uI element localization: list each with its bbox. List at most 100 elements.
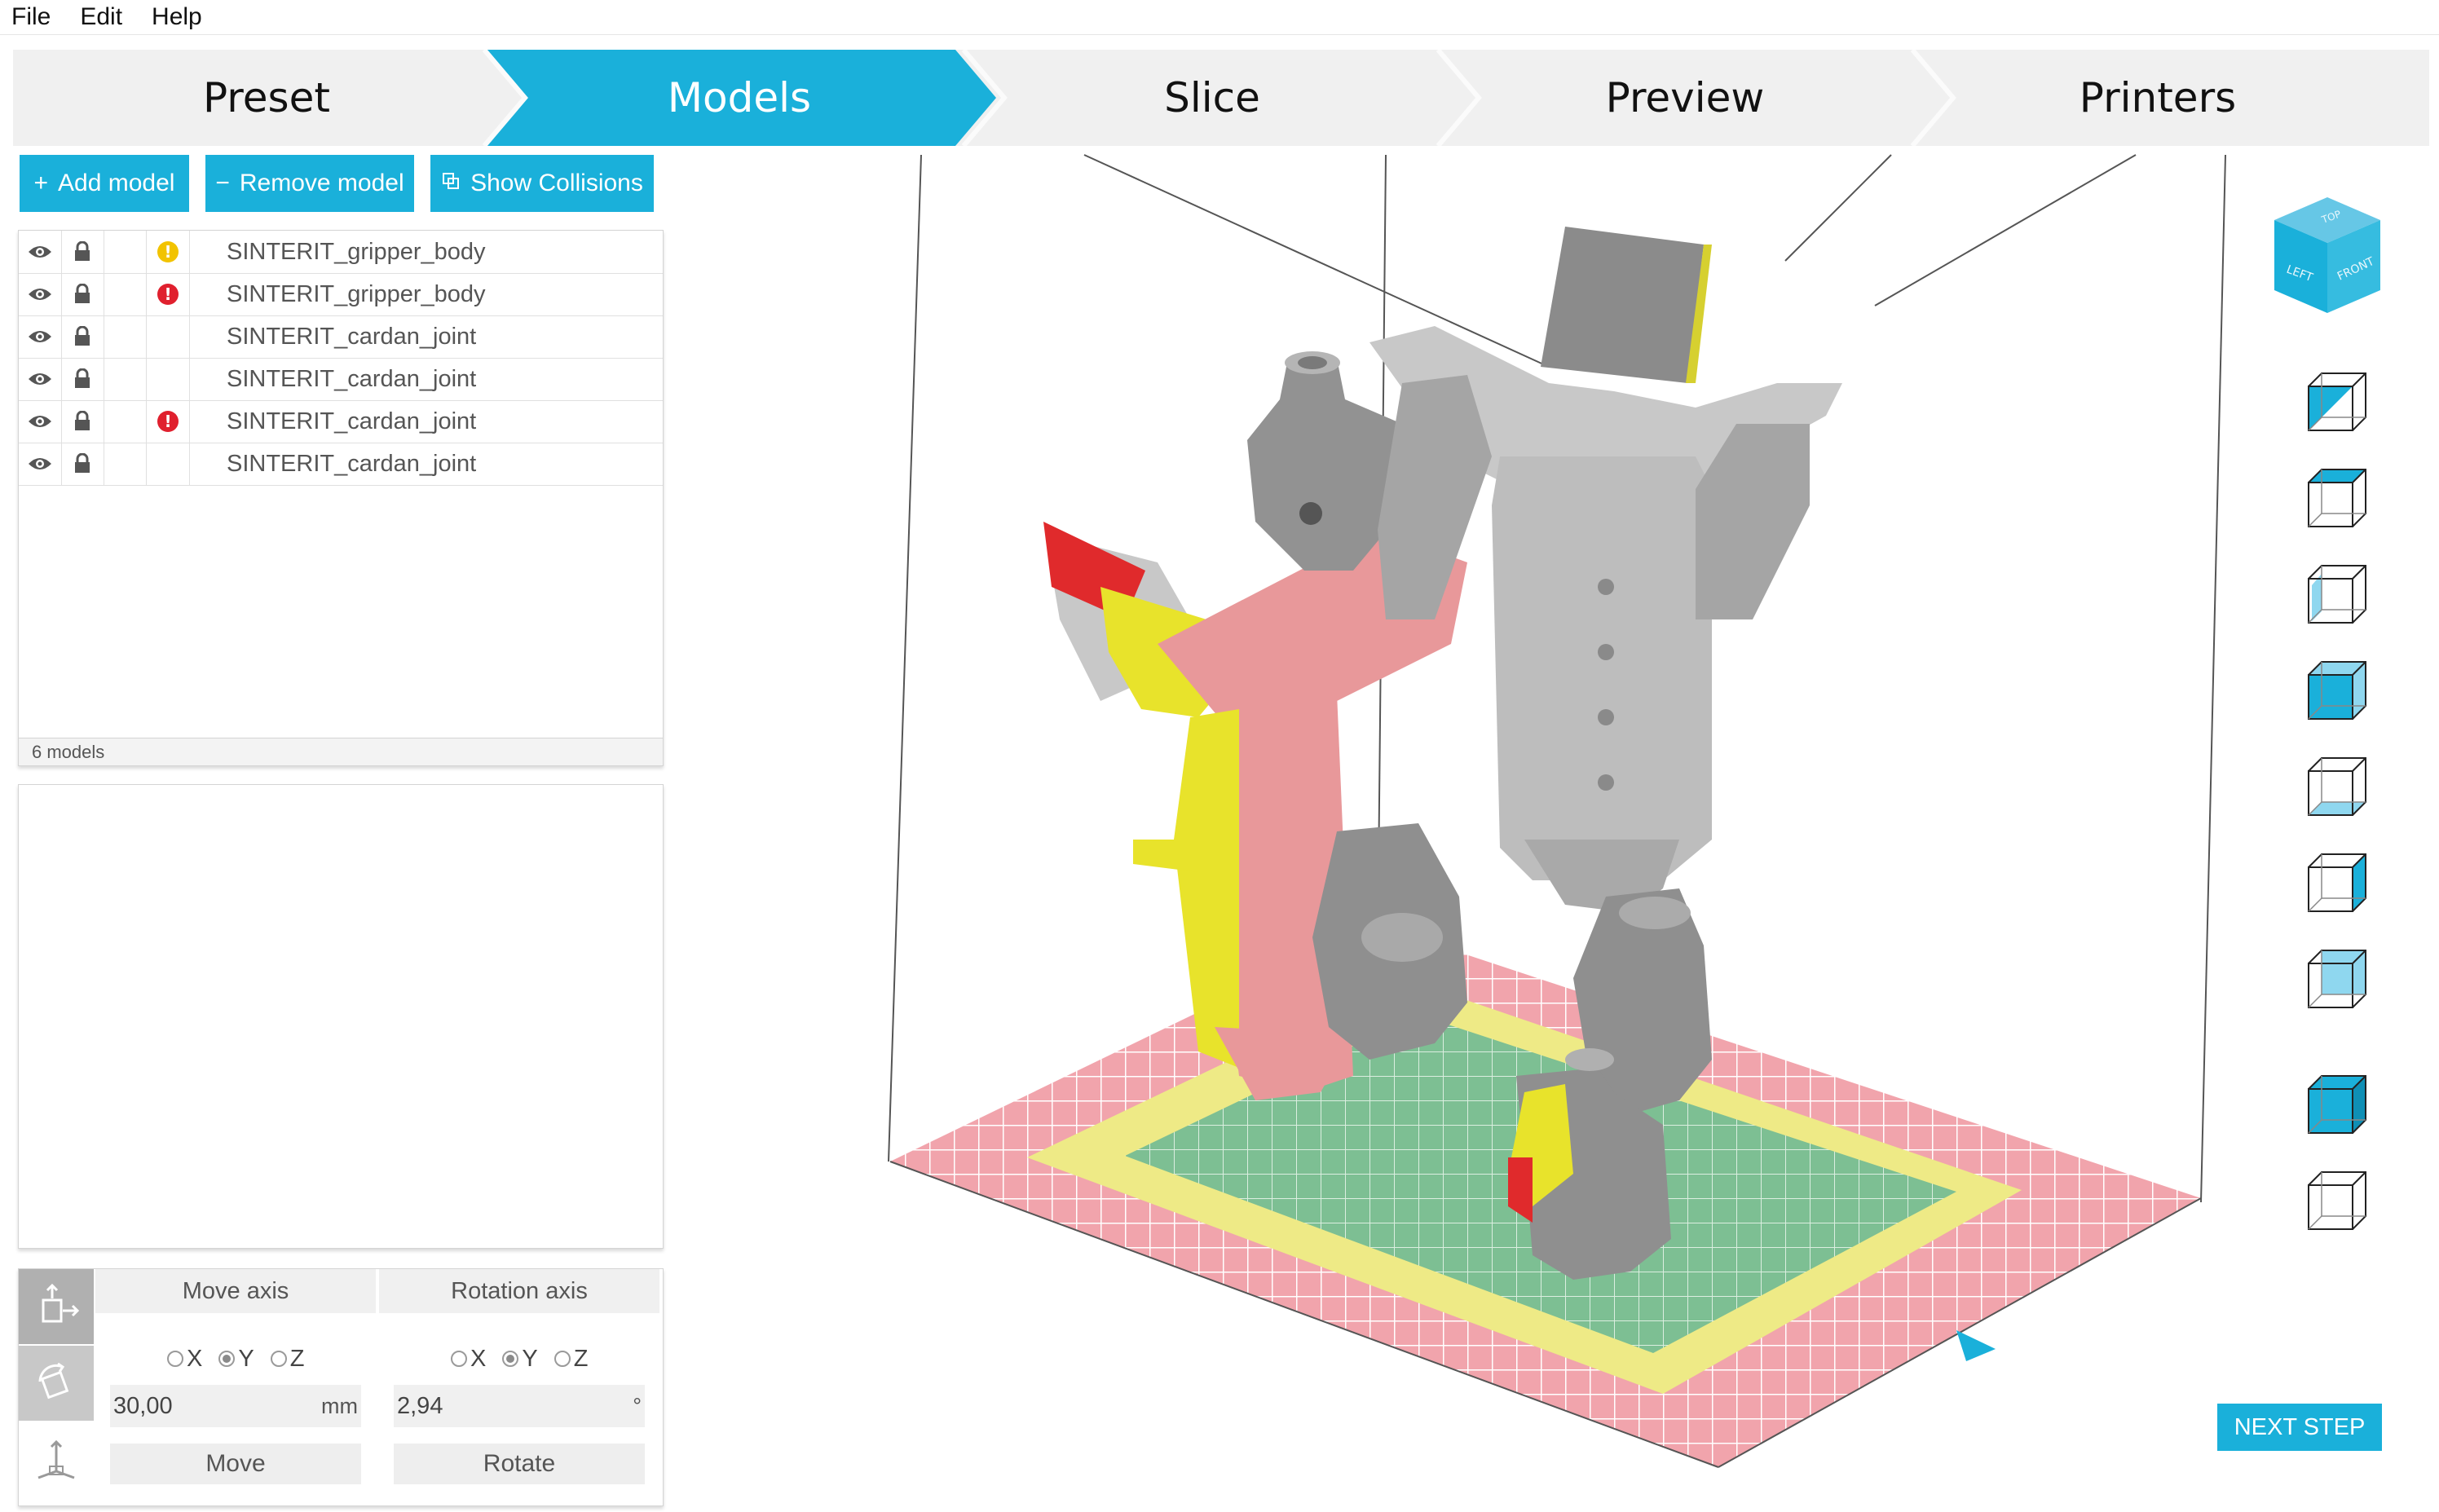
rotation-axis-header: Rotation axis: [379, 1269, 659, 1313]
lock-toggle[interactable]: [61, 443, 104, 485]
rotation-angle-field[interactable]: 2,94 °: [394, 1385, 645, 1427]
lock-toggle[interactable]: [61, 400, 104, 443]
model-name: SINTERIT_cardan_joint: [227, 408, 477, 434]
radio-y-move: [218, 1351, 236, 1367]
visibility-toggle[interactable]: [19, 315, 62, 358]
scale-tool-button[interactable]: [19, 1424, 94, 1499]
rot-axis-y[interactable]: Y: [502, 1346, 538, 1373]
rotation-angle-value: 2,94: [397, 1392, 443, 1419]
view-cube[interactable]: TOP LEFT FRONT: [2266, 192, 2388, 323]
view-front-button[interactable]: [2300, 654, 2374, 727]
model-row[interactable]: SINTERIT_cardan_joint: [19, 358, 663, 401]
view-wireframe-button[interactable]: [2300, 1164, 2374, 1237]
move-distance-field[interactable]: 30,00 mm: [110, 1385, 361, 1427]
move-axis-z[interactable]: Z: [270, 1346, 304, 1373]
lock-icon: [75, 368, 90, 388]
next-step-button[interactable]: NEXT STEP: [2217, 1404, 2382, 1451]
cardan-joint-middle-left: [1312, 823, 1467, 1060]
menu-help[interactable]: Help: [152, 3, 202, 31]
eye-icon: [29, 289, 51, 300]
rot-axis-z[interactable]: Z: [554, 1346, 588, 1373]
model-name: SINTERIT_gripper_body: [227, 281, 486, 307]
cube-view-icon: [2308, 469, 2366, 527]
cube-view-icon: [2308, 372, 2366, 431]
step-preview[interactable]: Preview: [1448, 50, 1922, 146]
show-collisions-button[interactable]: Show Collisions: [430, 155, 654, 212]
step-slice[interactable]: Slice: [975, 50, 1449, 146]
move-tool-icon: [42, 1283, 80, 1323]
view-solid-button[interactable]: [2300, 1068, 2374, 1141]
menu-file[interactable]: File: [11, 3, 51, 31]
axis-gizmo-icon: [37, 1439, 75, 1479]
model-status: [147, 358, 190, 400]
visibility-toggle[interactable]: [19, 400, 62, 443]
view-perspective-button[interactable]: [2300, 365, 2374, 439]
step-preset[interactable]: Preset: [29, 50, 504, 146]
lock-icon: [75, 326, 90, 346]
add-model-button[interactable]: + Add model: [20, 155, 189, 212]
view-bottom-button[interactable]: [2300, 750, 2374, 823]
model-row[interactable]: ! SINTERIT_cardan_joint: [19, 400, 663, 443]
move-axis-header: Move axis: [95, 1269, 376, 1313]
error-icon: !: [157, 411, 179, 432]
radio-z-move: [270, 1351, 287, 1367]
move-button[interactable]: Move: [110, 1444, 361, 1484]
move-axis-x[interactable]: X: [167, 1346, 202, 1373]
lock-toggle[interactable]: [61, 358, 104, 400]
view-left-button[interactable]: [2300, 558, 2374, 631]
remove-model-button[interactable]: − Remove model: [205, 155, 414, 212]
3d-viewport[interactable]: TOP LEFT FRONT: [701, 147, 2439, 1508]
view-right-button[interactable]: [2300, 846, 2374, 919]
cube-view-icon: [2308, 757, 2366, 816]
lock-toggle[interactable]: [61, 315, 104, 358]
collisions-icon: [441, 170, 461, 197]
model-status: [147, 315, 190, 358]
workflow-steps: Preset Models Slice Preview Printers: [13, 50, 2429, 146]
cube-view-icon: [2308, 1075, 2366, 1134]
visibility-toggle[interactable]: [19, 273, 62, 315]
model-row[interactable]: SINTERIT_cardan_joint: [19, 315, 663, 359]
eye-icon: [29, 331, 51, 342]
show-collisions-label: Show Collisions: [470, 170, 643, 196]
radio-x-move: [167, 1351, 183, 1367]
lock-icon: [75, 411, 90, 430]
step-printers[interactable]: Printers: [1921, 50, 2395, 146]
move-tool-button[interactable]: [19, 1269, 94, 1344]
eye-icon: [29, 246, 51, 258]
view-back-button[interactable]: [2300, 942, 2374, 1016]
error-icon: !: [157, 284, 179, 305]
properties-panel: [18, 784, 664, 1249]
visibility-toggle[interactable]: [19, 443, 62, 485]
move-axis-radios: X Y Z: [167, 1341, 320, 1377]
rotate-button[interactable]: Rotate: [394, 1444, 645, 1484]
lock-icon: [75, 241, 90, 261]
visibility-toggle[interactable]: [19, 231, 62, 273]
menu-edit[interactable]: Edit: [80, 3, 122, 31]
lock-toggle[interactable]: [61, 231, 104, 273]
model-row[interactable]: ! SINTERIT_gripper_body: [19, 273, 663, 316]
rot-axis-x[interactable]: X: [451, 1346, 486, 1373]
eye-icon: [29, 373, 51, 385]
rotation-axis-radios: X Y Z: [451, 1341, 604, 1377]
eye-icon: [29, 458, 51, 469]
cube-view-icon: [2308, 853, 2366, 912]
step-models[interactable]: Models: [502, 50, 977, 146]
radio-x-rot: [451, 1351, 467, 1367]
model-status: !: [147, 273, 190, 315]
move-distance-value: 30,00: [113, 1392, 173, 1419]
visibility-toggle[interactable]: [19, 358, 62, 400]
eye-icon: [29, 416, 51, 427]
rotate-tool-button[interactable]: [19, 1346, 94, 1421]
model-status: !: [147, 400, 190, 443]
gripper-body-right: [1369, 227, 1842, 913]
rotation-angle-unit: °: [633, 1393, 642, 1418]
remove-model-label: Remove model: [239, 170, 404, 196]
model-row[interactable]: ! SINTERIT_gripper_body: [19, 231, 663, 274]
lock-toggle[interactable]: [61, 273, 104, 315]
move-axis-y[interactable]: Y: [218, 1346, 254, 1373]
view-top-button[interactable]: [2300, 461, 2374, 535]
minus-icon: −: [215, 170, 230, 196]
model-row[interactable]: SINTERIT_cardan_joint: [19, 443, 663, 486]
model-name: SINTERIT_gripper_body: [227, 239, 486, 265]
model-list: ! SINTERIT_gripper_body! SINTERIT_gripper_…: [18, 230, 664, 766]
